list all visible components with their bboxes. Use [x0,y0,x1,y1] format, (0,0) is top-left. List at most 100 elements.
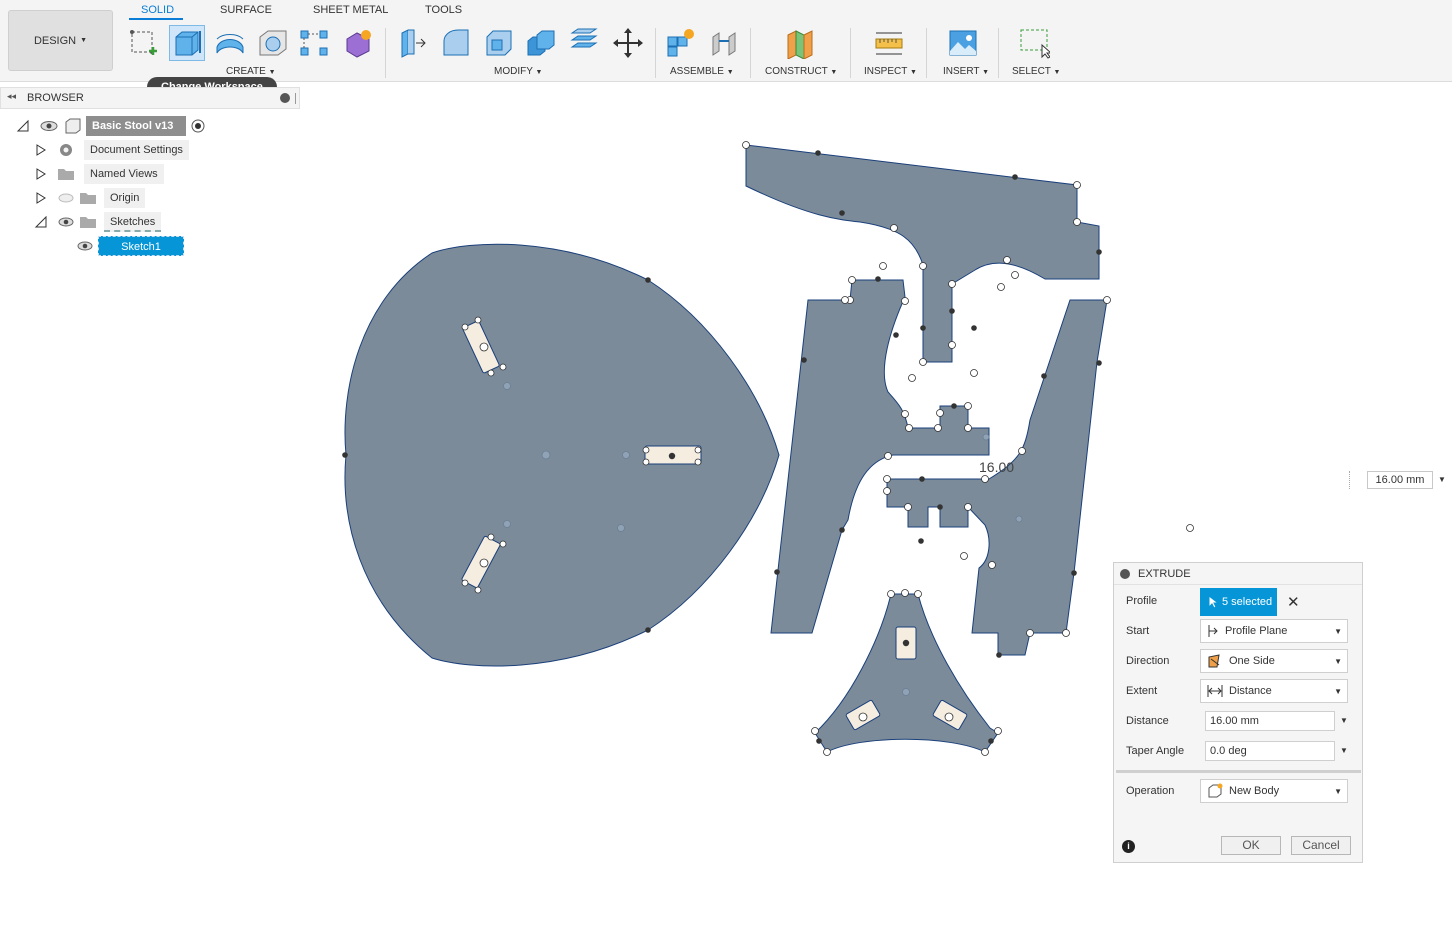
shell-icon[interactable] [481,25,517,61]
expand-triangle-icon[interactable] [34,143,48,157]
eye-icon[interactable] [38,119,60,133]
viewport-canvas[interactable]: 16.00 [300,100,1200,780]
sketch-point-filled [342,452,348,458]
sketch-label[interactable]: Sketch1 [98,236,184,256]
sketch-point [901,410,909,418]
sketch-point-filled [951,403,957,409]
create-form-icon[interactable] [340,25,376,61]
sketch-point [1011,271,1019,279]
eye-icon[interactable] [76,239,94,253]
expand-triangle-icon[interactable] [34,215,48,229]
sketch-point [904,503,912,511]
eye-hidden-icon[interactable] [56,191,76,205]
sketch-point [883,487,891,495]
sketch-point-filled [937,504,943,510]
sketch-point [811,727,819,735]
browser-title: BROWSER [27,92,84,104]
sketch-point-filled [839,527,845,533]
new-component-icon[interactable] [662,25,698,61]
collapse-browser-icon[interactable]: ◂◂ [7,91,16,102]
leg-profile-left [770,279,990,634]
modify-menu[interactable]: MODIFY ▼ [494,66,542,77]
select-menu[interactable]: SELECT ▼ [1012,66,1060,77]
expand-triangle-icon[interactable] [34,191,48,205]
browser-item-sketches[interactable]: Sketches [34,212,162,232]
sketch-point [823,748,831,756]
sketch-point [858,712,868,722]
construction-point [541,450,551,460]
profile-plane-icon [1208,625,1218,637]
operation-dropdown[interactable]: New Body ▼ [1200,779,1348,803]
cancel-button[interactable]: Cancel [1291,836,1351,855]
extrude-icon[interactable] [169,25,205,61]
taper-angle-input[interactable]: 0.0 deg [1205,741,1335,761]
minus-circle-icon[interactable] [280,93,290,103]
chevron-down-icon[interactable]: ▼ [1340,716,1348,725]
browser-item-label: Document Settings [84,140,189,160]
ok-button[interactable]: OK [1221,836,1281,855]
combine-icon[interactable] [523,25,559,61]
sketch-point [642,446,650,454]
create-menu[interactable]: CREATE ▼ [226,66,276,77]
measure-icon[interactable] [871,25,907,61]
activate-radio-icon[interactable] [190,118,206,134]
browser-item-document-settings[interactable]: Document Settings [34,140,189,160]
construction-point [622,451,630,459]
workspace-switcher-button[interactable]: DESIGN ▼ [8,10,113,71]
sketch-point [1003,256,1011,264]
sketch-point [884,452,892,460]
sketch-point-filled [801,357,807,363]
info-icon[interactable]: i [1122,840,1135,853]
sketch-point [905,424,913,432]
sketch-point [883,475,891,483]
revolve-icon[interactable] [212,25,248,61]
move-icon[interactable] [610,25,646,61]
offset-face-icon[interactable] [566,25,602,61]
tab-sheet-metal[interactable]: SHEET METAL [313,4,388,16]
browser-item-named-views[interactable]: Named Views [34,164,164,184]
distance-input[interactable]: 16.00 mm [1205,711,1335,731]
eye-icon[interactable] [56,215,76,229]
insert-menu[interactable]: INSERT ▼ [943,66,989,77]
create-sketch-icon[interactable] [125,25,161,61]
sketch-point [1186,524,1194,532]
direction-dropdown[interactable]: One Side ▼ [1200,649,1348,673]
browser-root-row[interactable]: Basic Stool v13 [16,116,206,136]
inspect-menu[interactable]: INSPECT ▼ [864,66,917,77]
assemble-menu[interactable]: ASSEMBLE ▼ [670,66,734,77]
construct-menu[interactable]: CONSTRUCT ▼ [765,66,837,77]
tab-surface[interactable]: SURFACE [220,4,272,16]
sketch-point [936,409,944,417]
toolbar: DESIGN ▼ SOLID SURFACE SHEET METAL TOOLS… [0,0,1452,82]
chevron-down-icon[interactable]: ▼ [1340,746,1348,755]
tab-tools[interactable]: TOOLS [425,4,462,16]
tab-solid[interactable]: SOLID [141,4,174,16]
joint-icon[interactable] [706,25,742,61]
window-select-icon[interactable] [1016,25,1052,61]
sketch-point-filled [893,332,899,338]
panel-pin-icon[interactable] [295,93,296,104]
root-component-label[interactable]: Basic Stool v13 [86,116,186,136]
clear-selection-icon[interactable]: ✕ [1287,593,1300,611]
folder-icon [80,217,96,228]
expand-triangle-icon[interactable] [16,119,30,133]
press-pull-icon[interactable] [394,25,430,61]
chevron-down-icon[interactable]: ▼ [1438,475,1446,484]
browser-item-sketch1[interactable]: Sketch1 [76,236,184,256]
pattern-icon[interactable] [296,25,332,61]
sketch-point-filled [1012,174,1018,180]
insert-image-icon[interactable] [945,25,981,61]
browser-item-origin[interactable]: Origin [34,188,146,208]
fillet-icon[interactable] [438,25,474,61]
construction-point [503,382,511,390]
sketch-point-filled [996,652,1002,658]
extent-dropdown[interactable]: Distance ▼ [1200,679,1348,703]
sketch-point [934,424,942,432]
profile-selection-button[interactable]: 5 selected [1200,588,1277,616]
hole-icon[interactable] [255,25,291,61]
distance-manipulator-input[interactable]: 16.00 mm [1367,471,1433,489]
offset-plane-icon[interactable] [782,25,818,61]
expand-triangle-icon[interactable] [34,167,48,181]
start-dropdown[interactable]: Profile Plane ▼ [1200,619,1348,643]
collapse-icon[interactable] [1120,568,1130,579]
